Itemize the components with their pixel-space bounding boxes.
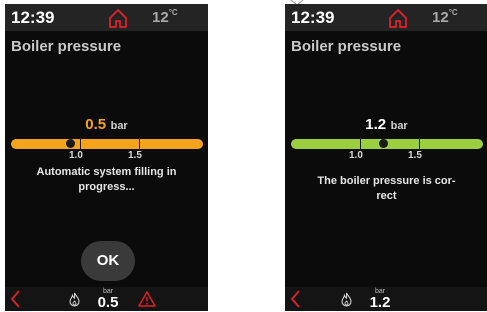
back-icon[interactable]: [289, 290, 301, 308]
clock: 12:39: [291, 8, 335, 27]
outdoor-temperature: 12°C: [152, 8, 178, 26]
gauge-track: [11, 139, 203, 149]
outdoor-temperature: 12°C: [432, 8, 458, 26]
pressure-gauge: [11, 137, 203, 153]
warning-icon[interactable]: [138, 291, 156, 307]
pressure-gauge: [291, 137, 483, 153]
pressure-readout: 0.5 bar: [5, 116, 208, 134]
pressure-unit: bar: [390, 120, 408, 132]
bottom-pressure-readout: bar 1.2: [365, 288, 395, 310]
pressure-readout: 1.2 bar: [285, 116, 487, 134]
screen-normal-pressure: 12:39 12°C Boiler pressure 1.2 bar 1.0 1…: [285, 4, 487, 311]
status-bar: 12:39 12°C: [5, 4, 208, 31]
tick-label-min: 1.0: [69, 150, 83, 161]
gauge-indicator: [66, 139, 75, 148]
status-bar: 12:39 12°C: [285, 4, 487, 31]
tick-label-max: 1.5: [128, 150, 142, 161]
page-title: Boiler pressure: [291, 38, 402, 55]
status-message: The boiler pressure is cor- rect: [317, 175, 456, 202]
bottom-bar: bar 0.5: [5, 287, 208, 311]
page-title: Boiler pressure: [11, 38, 122, 55]
clock: 12:39: [11, 8, 55, 27]
pressure-value: 0.5: [85, 116, 107, 133]
flame-icon: [341, 292, 352, 307]
tick-label-min: 1.0: [349, 150, 363, 161]
home-icon[interactable]: [107, 7, 129, 29]
ok-button[interactable]: OK: [81, 241, 135, 281]
bottom-bar: bar 1.2: [285, 287, 487, 311]
flame-icon: [69, 292, 80, 307]
bottom-pressure-readout: bar 0.5: [93, 288, 123, 310]
back-icon[interactable]: [9, 290, 21, 308]
stage: 12:39 12°C Boiler pressure 0.5 bar 1.0 1…: [0, 0, 487, 312]
pressure-unit: bar: [110, 120, 128, 132]
home-icon[interactable]: [387, 7, 409, 29]
bottom-pressure-value: 1.2: [369, 294, 391, 311]
pressure-value: 1.2: [365, 116, 387, 133]
status-message: Automatic system filling in progress...: [36, 166, 177, 193]
gauge-indicator: [379, 139, 388, 148]
bottom-pressure-value: 0.5: [97, 294, 119, 311]
screen-low-pressure: 12:39 12°C Boiler pressure 0.5 bar 1.0 1…: [5, 4, 208, 311]
tick-label-max: 1.5: [408, 150, 422, 161]
